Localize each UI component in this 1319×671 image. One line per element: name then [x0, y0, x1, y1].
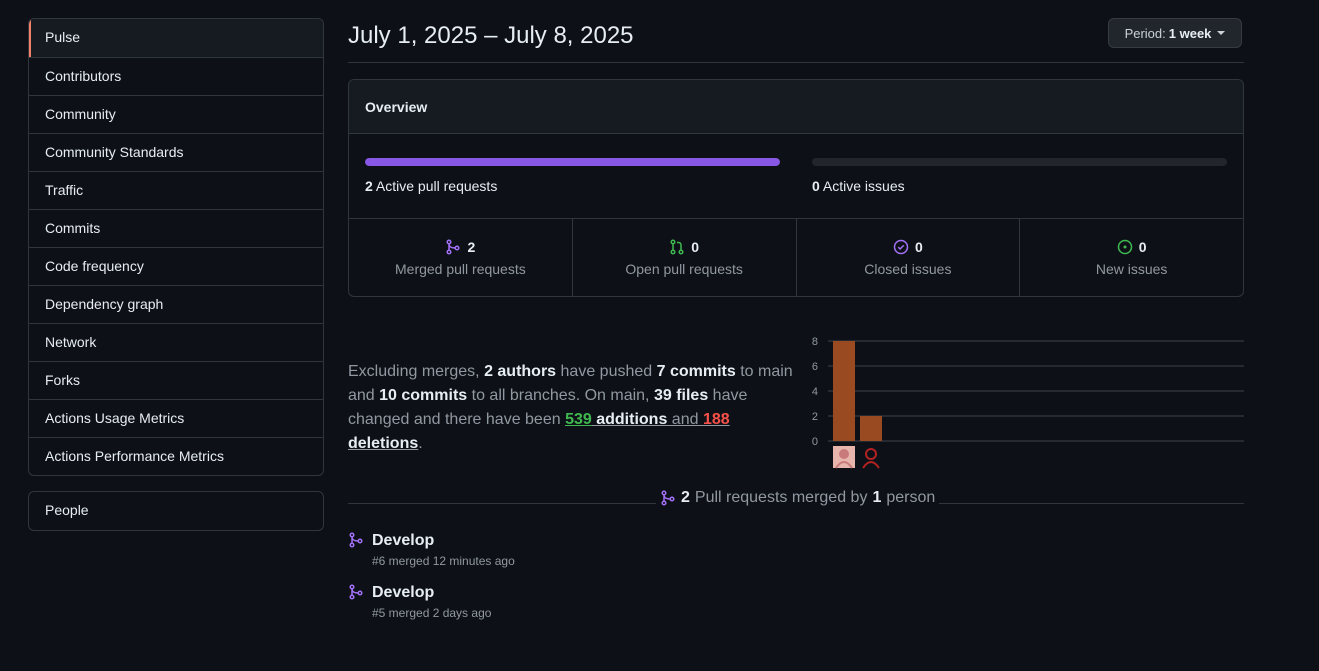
active-prs-bar-fill — [365, 158, 780, 166]
people-menu: People — [28, 491, 324, 531]
active-prs-link[interactable]: 2 Active pull requests — [365, 178, 497, 194]
sidebar-item-actions-performance-metrics[interactable]: Actions Performance Metrics — [29, 437, 323, 475]
closed-issues-count: 0 — [914, 239, 923, 255]
new-issues-label: New issues — [1095, 261, 1168, 277]
sidebar-item-community-standards[interactable]: Community Standards — [29, 133, 323, 171]
merged-pr-icon — [349, 584, 363, 600]
merged-mid-text: Pull requests merged by — [694, 489, 868, 506]
merged-pr-icon — [349, 532, 363, 548]
open-pr-icon — [670, 239, 684, 255]
active-prs-bar[interactable] — [365, 158, 780, 166]
deletions-count: 188 — [702, 411, 730, 428]
open-prs-count: 0 — [691, 239, 700, 255]
sidebar-item-code-frequency[interactable]: Code frequency — [29, 247, 323, 285]
active-issues-link[interactable]: 0 Active issues — [812, 178, 905, 194]
avatar[interactable] — [833, 446, 855, 469]
summary-text: have pushed — [556, 363, 657, 380]
sidebar-item-dependency-graph[interactable]: Dependency graph — [29, 285, 323, 323]
y-tick-label: 4 — [812, 386, 818, 398]
merged-pr-icon — [446, 239, 461, 255]
sidebar-item-commits[interactable]: Commits — [29, 209, 323, 247]
overview-bars: 2 Active pull requests 0 Active issues — [349, 134, 1243, 219]
pr-meta: #5 merged 2 days ago — [372, 606, 492, 620]
closed-issues-label: Closed issues — [864, 261, 952, 277]
files-count: 39 files — [653, 387, 709, 404]
active-issues-bar[interactable] — [812, 158, 1227, 166]
merged-pr-icon — [661, 490, 675, 506]
stat-merged-prs[interactable]: 2 Merged pull requests — [349, 219, 572, 296]
merged-prs-count: 2 — [467, 239, 476, 255]
summary-text: and — [667, 411, 703, 428]
additions-word: additions — [591, 411, 668, 428]
avatar[interactable] — [860, 446, 882, 469]
y-tick-label: 6 — [812, 361, 818, 373]
sidebar-item-community[interactable]: Community — [29, 95, 323, 133]
merged-end-text: person — [886, 489, 936, 506]
summary-text: to all branches. On main, — [467, 387, 654, 404]
commit-summary: Excluding merges, 2 authors have pushed … — [348, 360, 800, 456]
commits-main-count: 7 commits — [656, 363, 736, 380]
y-tick-label: 8 — [812, 336, 818, 348]
commits-by-author-chart: 0 2 4 6 8 — [812, 336, 1244, 469]
deletions-word: deletions — [348, 435, 419, 452]
caret-down-icon — [1217, 31, 1226, 35]
y-tick-label: 2 — [812, 411, 818, 423]
issue-opened-icon — [1117, 239, 1132, 255]
commit-bar[interactable] — [833, 341, 855, 441]
sidebar-item-pulse[interactable]: Pulse — [29, 19, 323, 57]
summary-text: . — [418, 435, 423, 452]
sidebar-item-contributors[interactable]: Contributors — [29, 57, 323, 95]
sidebar-item-actions-usage-metrics[interactable]: Actions Usage Metrics — [29, 399, 323, 437]
stat-open-prs[interactable]: 0 Open pull requests — [571, 219, 796, 296]
pr-meta: #6 merged 12 minutes ago — [372, 554, 515, 568]
active-issues-count: 0 — [812, 178, 820, 194]
overview-box: Overview 2 Active pull requests 0 Active… — [348, 79, 1244, 297]
sidebar-item-people[interactable]: People — [29, 492, 323, 530]
period-dropdown-button[interactable]: Period: 1 week — [1108, 18, 1242, 48]
period-prefix: Period: — [1124, 25, 1166, 41]
active-prs-label: Active pull requests — [375, 178, 498, 194]
sidebar-item-forks[interactable]: Forks — [29, 361, 323, 399]
insights-sidebar: Pulse Contributors Community Community S… — [28, 18, 324, 476]
merged-person-count: 1 — [872, 489, 882, 506]
additions-count: 539 — [565, 411, 592, 428]
merged-count: 2 — [681, 489, 690, 506]
new-issues-count: 0 — [1138, 239, 1147, 255]
commit-bar[interactable] — [860, 416, 882, 441]
overview-title: Overview — [349, 80, 1243, 134]
sidebar-item-network[interactable]: Network — [29, 323, 323, 361]
summary-text: Excluding merges, — [348, 363, 485, 380]
authors-count: 2 authors — [484, 363, 557, 380]
active-issues-label: Active issues — [822, 178, 905, 194]
commits-all-count: 10 commits — [379, 387, 468, 404]
page-title: July 1, 2025 – July 8, 2025 — [348, 22, 634, 49]
merged-prs-label: Merged pull requests — [395, 261, 526, 277]
pr-title-link[interactable]: Develop — [372, 532, 434, 550]
period-value: 1 week — [1168, 25, 1212, 41]
pr-title-link[interactable]: Develop — [372, 584, 434, 602]
issue-closed-icon — [893, 239, 909, 255]
active-prs-count: 2 — [365, 178, 373, 194]
header-divider — [348, 62, 1244, 63]
y-tick-label: 0 — [812, 436, 818, 448]
overview-stats: 2 Merged pull requests 0 Open pull reque… — [349, 219, 1243, 296]
stat-new-issues[interactable]: 0 New issues — [1019, 219, 1243, 296]
stat-closed-issues[interactable]: 0 Closed issues — [795, 219, 1020, 296]
sidebar-item-traffic[interactable]: Traffic — [29, 171, 323, 209]
open-prs-label: Open pull requests — [625, 261, 743, 277]
merged-prs-heading: 2 Pull requests merged by 1 person — [656, 489, 940, 507]
